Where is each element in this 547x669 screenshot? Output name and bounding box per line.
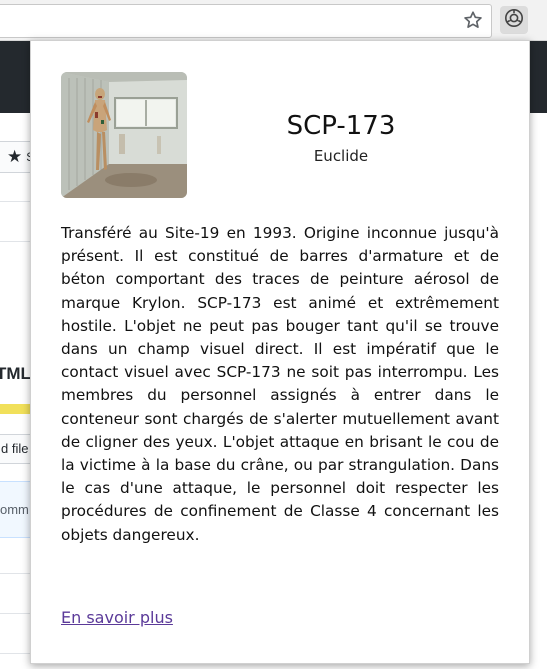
address-bar[interactable] [0, 4, 492, 38]
bookmark-star-icon[interactable] [462, 9, 484, 31]
repo-star-icon: ★ [7, 147, 23, 166]
commit-label: omm [0, 502, 29, 517]
learn-more-link[interactable]: En savoir plus [61, 608, 173, 627]
browser-toolbar [0, 0, 547, 41]
scp-logo-icon [504, 8, 524, 33]
scp-object-class: Euclide [313, 147, 369, 165]
scp-header: SCP-173 Euclide [221, 109, 461, 165]
scp-title: SCP-173 [286, 111, 396, 141]
scp-thumbnail-image [61, 72, 187, 198]
language-label: TML [0, 364, 31, 383]
repo-star-button[interactable]: ★ S [0, 141, 34, 173]
scp-extension-button[interactable] [500, 6, 528, 34]
scp-popup: SCP-173 Euclide Transféré au Site-19 en … [30, 40, 530, 664]
scp-description: Transféré au Site-19 en 1993. Origine in… [61, 224, 499, 544]
